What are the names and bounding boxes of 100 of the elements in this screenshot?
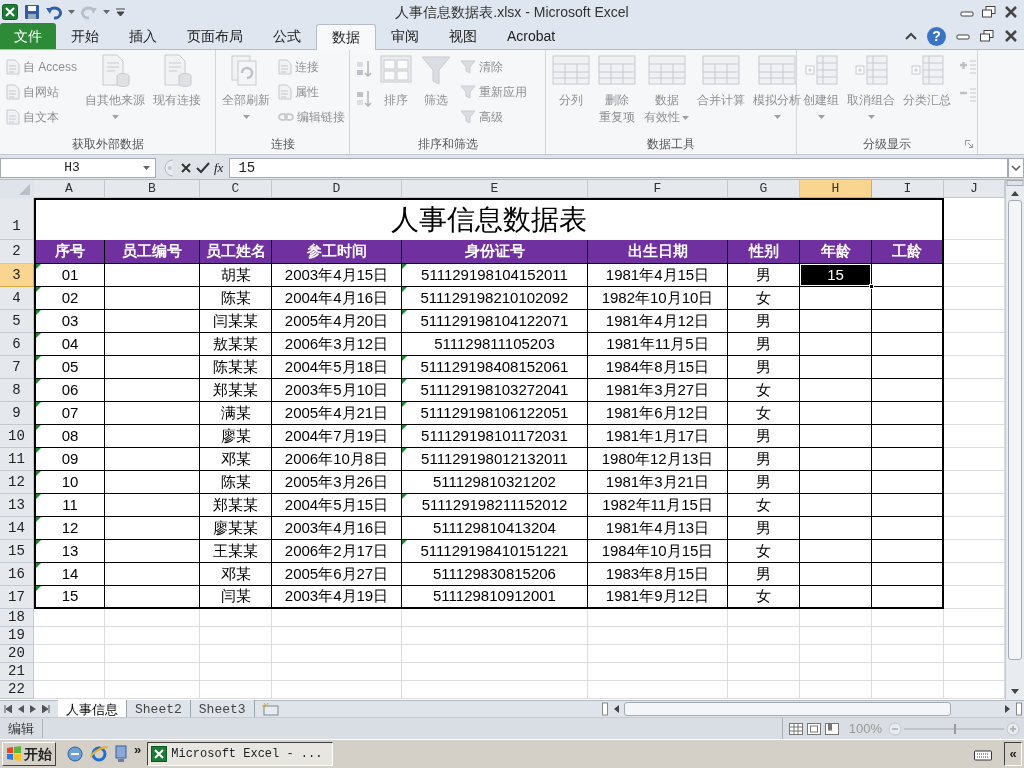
row-header[interactable]: 7 (0, 356, 34, 379)
empty-cell[interactable] (105, 563, 200, 586)
empty-cell[interactable] (105, 310, 200, 333)
empty-cell[interactable] (872, 540, 944, 563)
error-indicator-icon[interactable] (36, 425, 41, 430)
help-button[interactable]: ? (927, 26, 946, 46)
error-indicator-icon[interactable] (36, 563, 41, 568)
empty-cell[interactable] (105, 425, 200, 448)
error-indicator-icon[interactable] (36, 517, 41, 522)
more-button[interactable]: » (134, 740, 142, 760)
column-header[interactable]: D (272, 180, 402, 198)
empty-cell[interactable] (872, 586, 944, 609)
split-handle-icon[interactable] (1016, 702, 1022, 716)
column-header[interactable]: G (728, 180, 800, 198)
row-header[interactable]: 8 (0, 379, 34, 402)
ribbon-tab[interactable]: 数据 (316, 24, 376, 50)
empty-cell[interactable] (105, 517, 200, 540)
error-indicator-icon[interactable] (36, 333, 41, 338)
empty-cell[interactable] (872, 517, 944, 540)
error-indicator-icon[interactable] (36, 471, 41, 476)
empty-cell[interactable] (872, 310, 944, 333)
error-indicator-icon[interactable] (36, 586, 41, 591)
ribbon-tab[interactable]: 页面布局 (172, 24, 258, 49)
column-header[interactable]: H (800, 180, 872, 198)
horizontal-scrollbar[interactable] (602, 701, 1022, 717)
empty-cell[interactable] (105, 287, 200, 310)
empty-cell[interactable] (800, 471, 872, 494)
expand-formula-icon[interactable] (1008, 158, 1024, 178)
row-header[interactable]: 17 (0, 586, 34, 609)
empty-cell[interactable] (105, 356, 200, 379)
customize-icon[interactable] (116, 7, 125, 17)
row-header[interactable]: 9 (0, 402, 34, 425)
app-icon[interactable] (2, 4, 18, 20)
row-header[interactable]: 21 (0, 663, 34, 681)
sheet-tab[interactable]: 人事信息 (58, 700, 127, 717)
column-header[interactable]: J (944, 180, 1005, 198)
empty-cell[interactable] (872, 425, 944, 448)
close-icon[interactable] (1004, 30, 1018, 42)
error-indicator-icon[interactable] (36, 379, 41, 384)
row-header[interactable]: 19 (0, 627, 34, 645)
row-header[interactable]: 2 (0, 240, 34, 264)
undo-icon[interactable] (46, 4, 62, 20)
error-indicator-icon[interactable] (36, 402, 41, 407)
empty-cell[interactable] (800, 563, 872, 586)
enter-icon[interactable] (196, 162, 210, 174)
empty-cell[interactable] (872, 333, 944, 356)
row-header[interactable]: 18 (0, 609, 34, 627)
empty-cell[interactable] (800, 356, 872, 379)
insert-function-button[interactable]: fx (214, 158, 224, 178)
first-sheet-icon[interactable] (4, 705, 12, 713)
save-icon[interactable] (24, 4, 40, 20)
last-sheet-icon[interactable] (42, 705, 50, 713)
empty-cell[interactable] (872, 379, 944, 402)
page-break-icon[interactable] (824, 722, 839, 735)
column-header[interactable]: E (402, 180, 588, 198)
error-indicator-icon[interactable] (36, 494, 41, 499)
cancel-icon[interactable] (180, 162, 192, 174)
error-indicator-icon[interactable] (36, 310, 41, 315)
selected-cell[interactable]: 15 (801, 265, 870, 285)
normal-view-icon[interactable] (788, 722, 803, 735)
row-header[interactable]: 10 (0, 425, 34, 448)
empty-cell[interactable] (105, 471, 200, 494)
ribbon-tab[interactable]: 公式 (258, 24, 316, 49)
restore-icon[interactable] (980, 30, 994, 42)
empty-cell[interactable] (800, 494, 872, 517)
zoom-out-icon[interactable] (888, 721, 902, 736)
column-header[interactable]: I (872, 180, 944, 198)
empty-cell[interactable] (105, 586, 200, 609)
empty-cell[interactable] (872, 471, 944, 494)
show-hidden-icons-button[interactable]: « (1004, 742, 1022, 766)
empty-cell[interactable] (105, 333, 200, 356)
dialog-launcher-icon[interactable] (965, 140, 973, 148)
empty-cell[interactable] (105, 379, 200, 402)
error-indicator-icon[interactable] (36, 540, 41, 545)
row-header[interactable]: 6 (0, 333, 34, 356)
empty-cell[interactable] (872, 563, 944, 586)
ribbon-tab[interactable]: 插入 (114, 24, 172, 49)
formula-field[interactable]: 15 (229, 158, 1008, 178)
empty-cell[interactable] (105, 448, 200, 471)
empty-cell[interactable] (872, 402, 944, 425)
split-handle-icon[interactable] (602, 702, 608, 716)
row-header[interactable]: 15 (0, 540, 34, 563)
zoom-in-icon[interactable] (1006, 721, 1020, 736)
empty-cell[interactable] (800, 310, 872, 333)
start-button[interactable]: 开始 (2, 742, 56, 766)
split-handle-icon[interactable] (1006, 180, 1024, 186)
file-tab[interactable]: 文件 (0, 23, 56, 49)
empty-cell[interactable] (800, 540, 872, 563)
empty-cell[interactable] (800, 517, 872, 540)
empty-cell[interactable] (800, 333, 872, 356)
empty-cell[interactable] (800, 402, 872, 425)
column-header[interactable]: C (200, 180, 272, 198)
row-header[interactable]: 16 (0, 563, 34, 586)
empty-cell[interactable] (800, 448, 872, 471)
empty-cell[interactable] (800, 425, 872, 448)
page-layout-icon[interactable] (806, 722, 821, 735)
error-indicator-icon[interactable] (402, 494, 407, 499)
fill-handle[interactable] (869, 284, 874, 289)
error-indicator-icon[interactable] (402, 540, 407, 545)
empty-cell[interactable] (872, 287, 944, 310)
